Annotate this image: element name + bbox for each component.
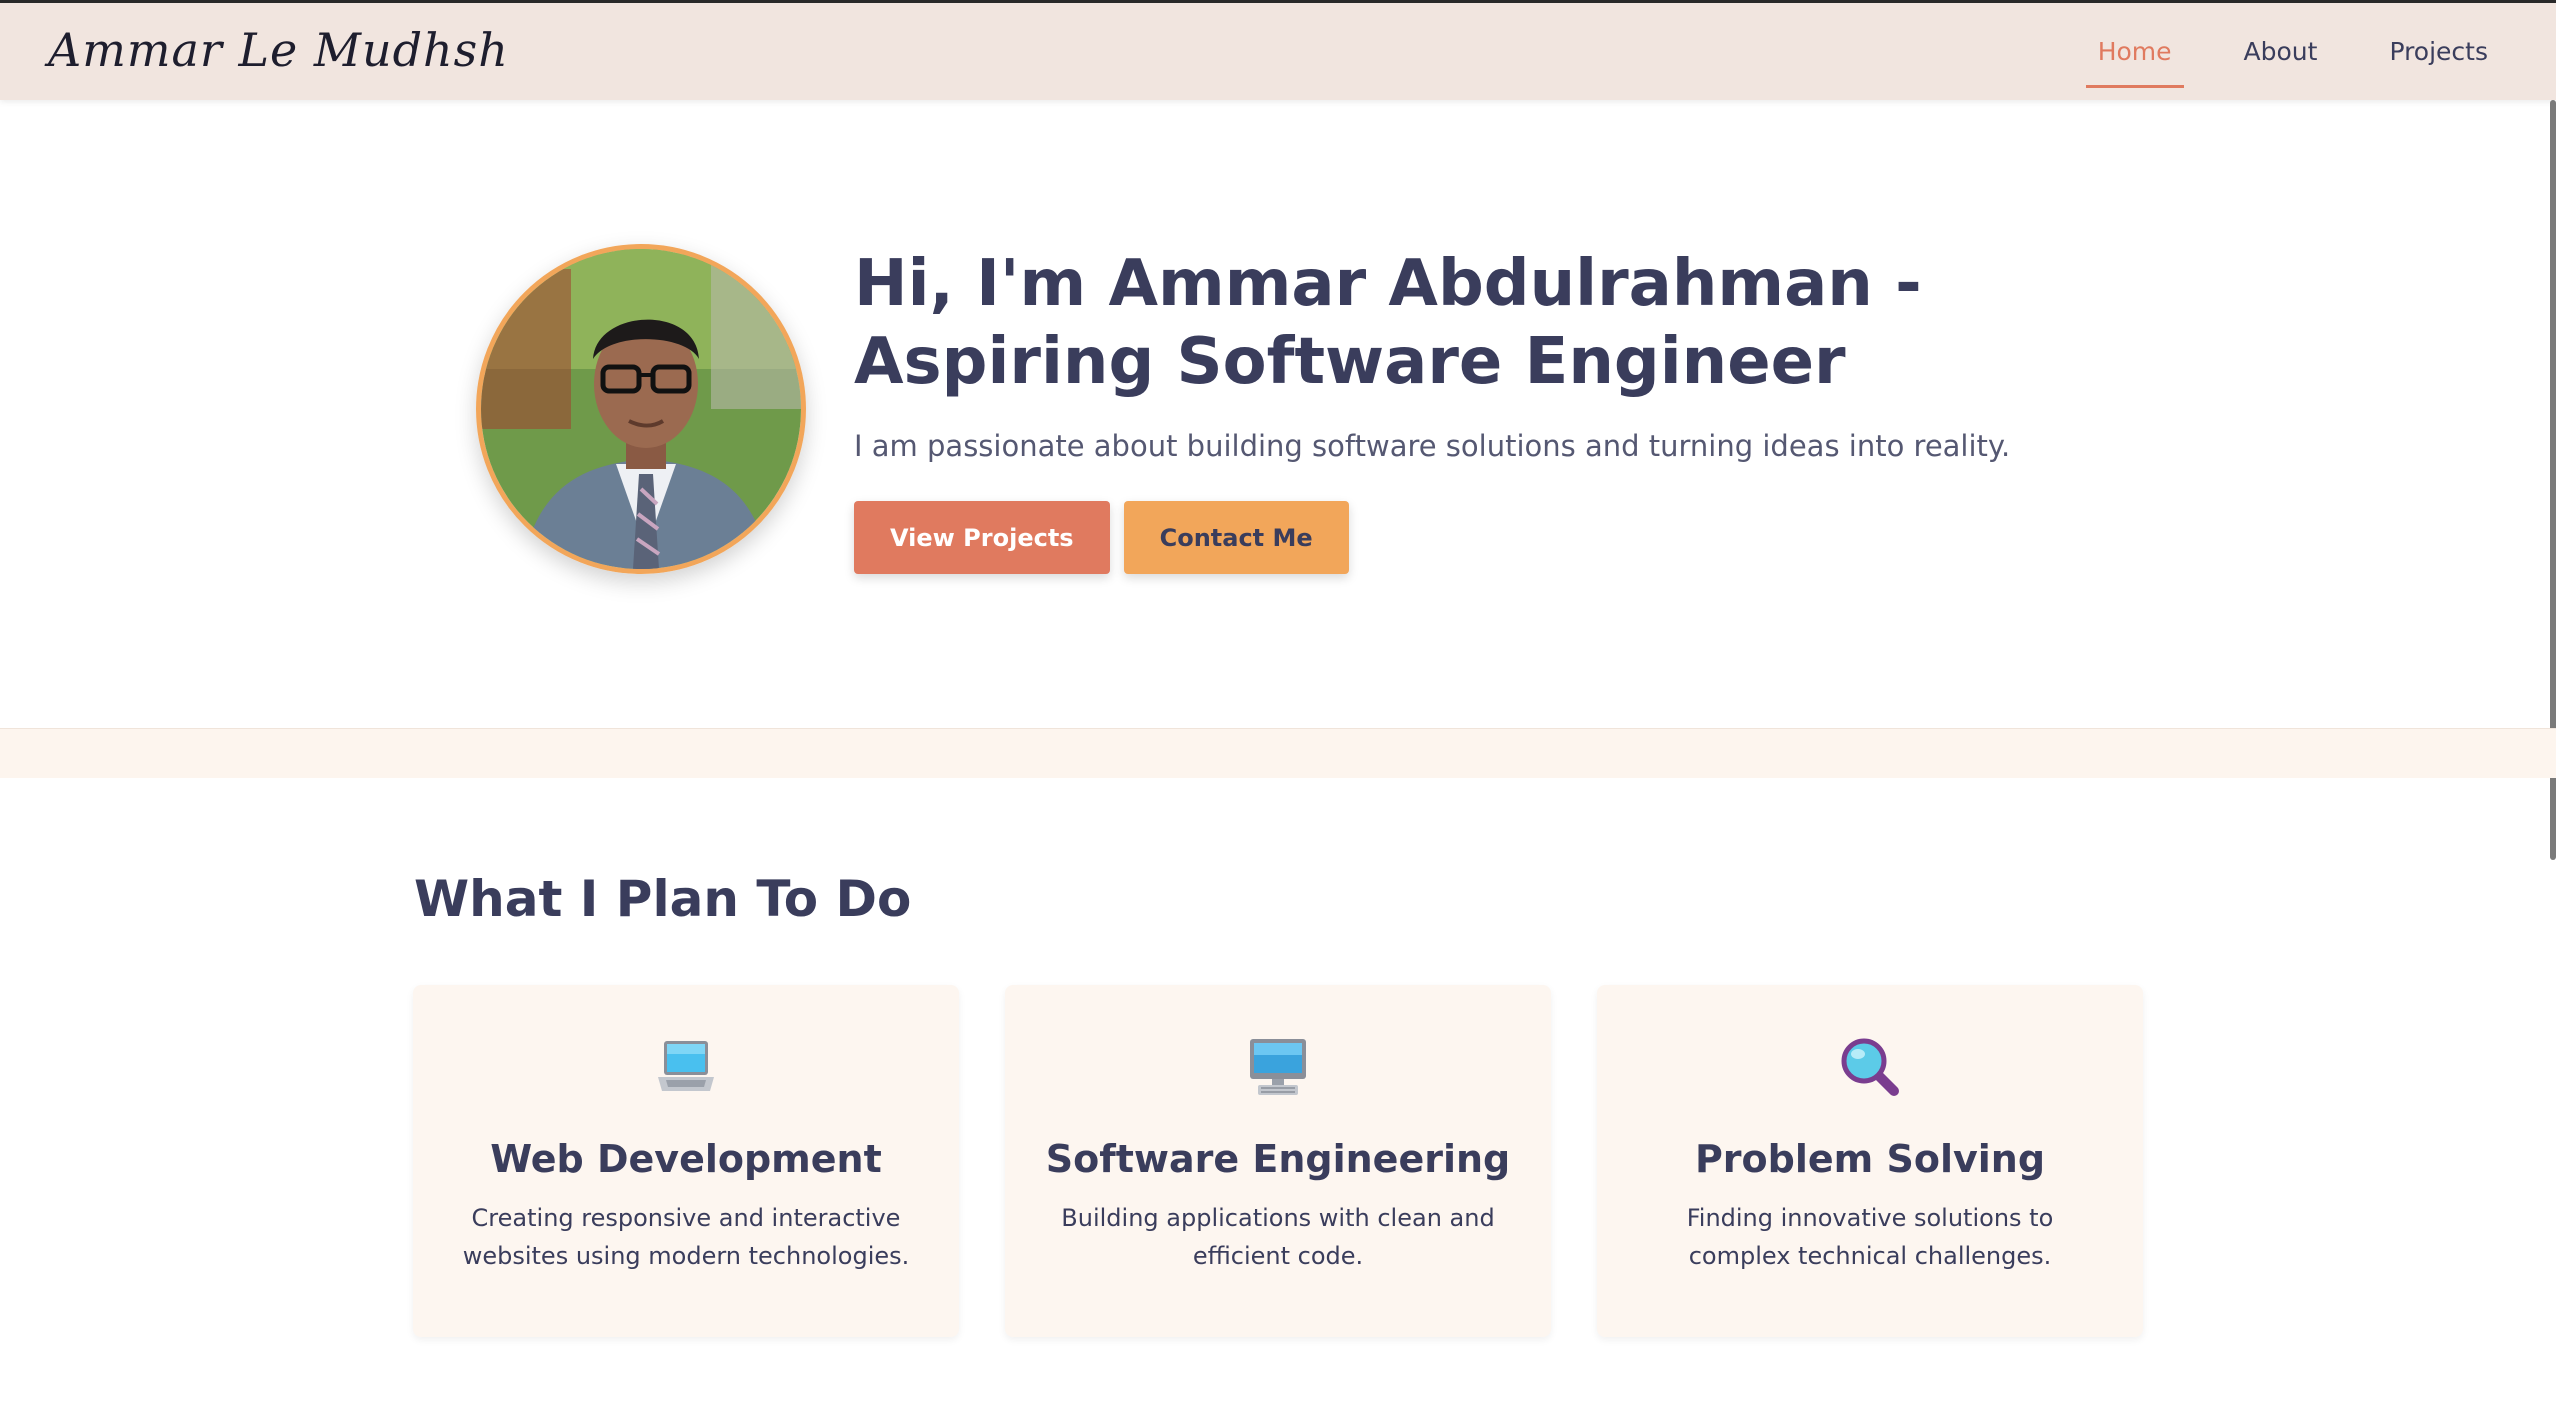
nav-link-projects[interactable]: Projects	[2377, 31, 2500, 72]
nav-links: Home About Projects	[2085, 3, 2500, 100]
site-logo[interactable]: Ammar Le Mudhsh	[48, 23, 509, 77]
section-divider-band	[0, 728, 2556, 778]
profile-avatar	[476, 244, 806, 574]
card-problem-solving: Problem Solving Finding innovative solut…	[1597, 985, 2143, 1337]
nav-link-about[interactable]: About	[2232, 31, 2330, 72]
section-title: What I Plan To Do	[414, 870, 912, 928]
card-web-development: Web Development Creating responsive and …	[413, 985, 959, 1337]
contact-me-button[interactable]: Contact Me	[1123, 501, 1349, 574]
card-title: Software Engineering	[1045, 1137, 1511, 1181]
plan-cards: Web Development Creating responsive and …	[413, 985, 2143, 1337]
magnifying-glass-icon	[1841, 1038, 1899, 1096]
profile-photo-icon	[481, 249, 801, 569]
card-software-engineering: Software Engineering Building applicatio…	[1005, 985, 1551, 1337]
hero-subtitle: I am passionate about building software …	[854, 429, 2011, 463]
nav-link-home[interactable]: Home	[2085, 31, 2184, 88]
hero-title: Hi, I'm Ammar Abdulrahman - Aspiring Sof…	[854, 247, 1922, 399]
navbar: Ammar Le Mudhsh Home About Projects	[0, 3, 2556, 100]
hero-text: Hi, I'm Ammar Abdulrahman - Aspiring Sof…	[854, 245, 2154, 574]
desktop-computer-icon	[1250, 1039, 1306, 1095]
card-description: Building applications with clean and eff…	[1061, 1204, 1495, 1270]
card-description: Creating responsive and interactive webs…	[462, 1204, 910, 1270]
card-description: Finding innovative solutions to complex …	[1686, 1204, 2054, 1270]
card-title: Web Development	[490, 1137, 882, 1181]
card-title: Problem Solving	[1694, 1137, 2046, 1181]
view-projects-button[interactable]: View Projects	[854, 501, 1110, 574]
hero-buttons: View Projects Contact Me	[854, 501, 2154, 574]
laptop-icon	[658, 1041, 714, 1091]
